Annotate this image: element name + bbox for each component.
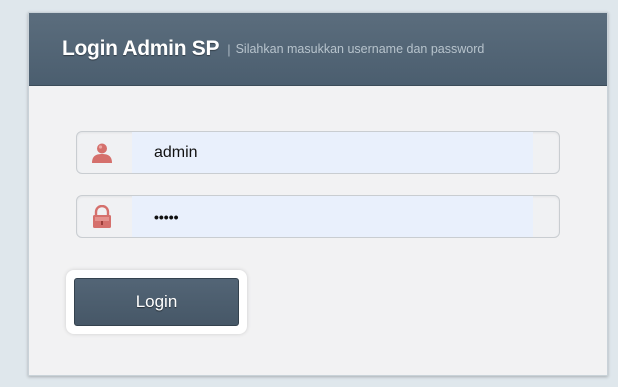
page-title: Login Admin SP [62, 37, 220, 60]
login-panel: Login Admin SP | Silahkan masukkan usern… [28, 12, 608, 376]
login-button-frame: Login [66, 270, 247, 334]
page-subtitle: Silahkan masukkan username dan password [235, 42, 485, 56]
username-input[interactable]: admin [132, 132, 533, 173]
login-button[interactable]: Login [74, 278, 239, 326]
user-icon [85, 132, 119, 173]
lock-icon [85, 196, 119, 237]
login-header: Login Admin SP | Silahkan masukkan usern… [29, 13, 607, 86]
password-input[interactable]: ••••• [132, 196, 533, 237]
username-field[interactable]: admin [76, 131, 560, 174]
password-field[interactable]: ••••• [76, 195, 560, 238]
title-separator: | [227, 41, 231, 57]
